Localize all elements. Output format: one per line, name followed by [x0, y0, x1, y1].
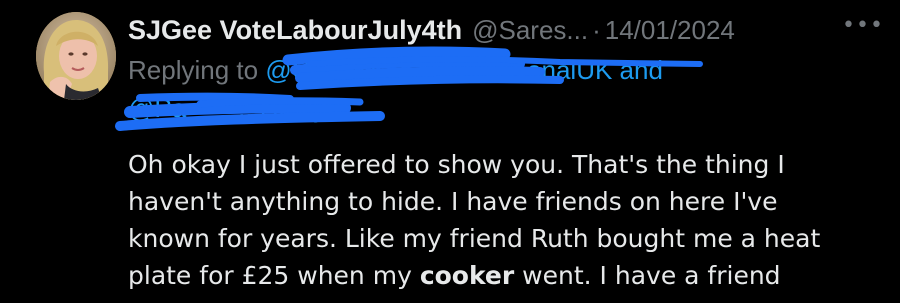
replying-to-prefix: Replying to	[128, 55, 266, 85]
tweet-header: SJGee VoteLabourJuly4th @Sares... · 14/0…	[128, 10, 735, 50]
more-horizontal-icon[interactable]: •••	[842, 10, 883, 40]
separator-dot: ·	[592, 14, 601, 45]
replying-to-continued: @Pa------...Hilary	[128, 90, 326, 126]
tweet-text-line: plate for £25 when my cooker went. I hav…	[128, 261, 781, 290]
highlighted-word: cooker	[419, 261, 515, 290]
replying-to: Replying to @OldGW ---- -- -- ------onal…	[128, 52, 663, 88]
display-name[interactable]: SJGee VoteLabourJuly4th	[128, 15, 462, 46]
tweet-text-line: known for years. Like my friend Ruth bou…	[128, 224, 821, 253]
tweet-text-line: haven't anything to hide. I have friends…	[128, 187, 778, 216]
tweet-text-line: Oh okay I just offered to show you. That…	[128, 150, 785, 179]
avatar-photo	[36, 12, 116, 100]
user-handle[interactable]: @Sares...	[472, 15, 588, 46]
tweet-text: Oh okay I just offered to show you. That…	[128, 146, 888, 294]
avatar[interactable]	[36, 12, 116, 100]
mention-link-2[interactable]: @Pa------...Hilary	[128, 93, 326, 123]
mention-link-1[interactable]: @OldGW ---- -- -- ------onalUK	[265, 55, 612, 85]
tweet-date[interactable]: 14/01/2024	[605, 15, 735, 46]
tweet[interactable]: SJGee VoteLabourJuly4th @Sares... · 14/0…	[0, 0, 900, 303]
reply-connector: and	[612, 55, 663, 85]
